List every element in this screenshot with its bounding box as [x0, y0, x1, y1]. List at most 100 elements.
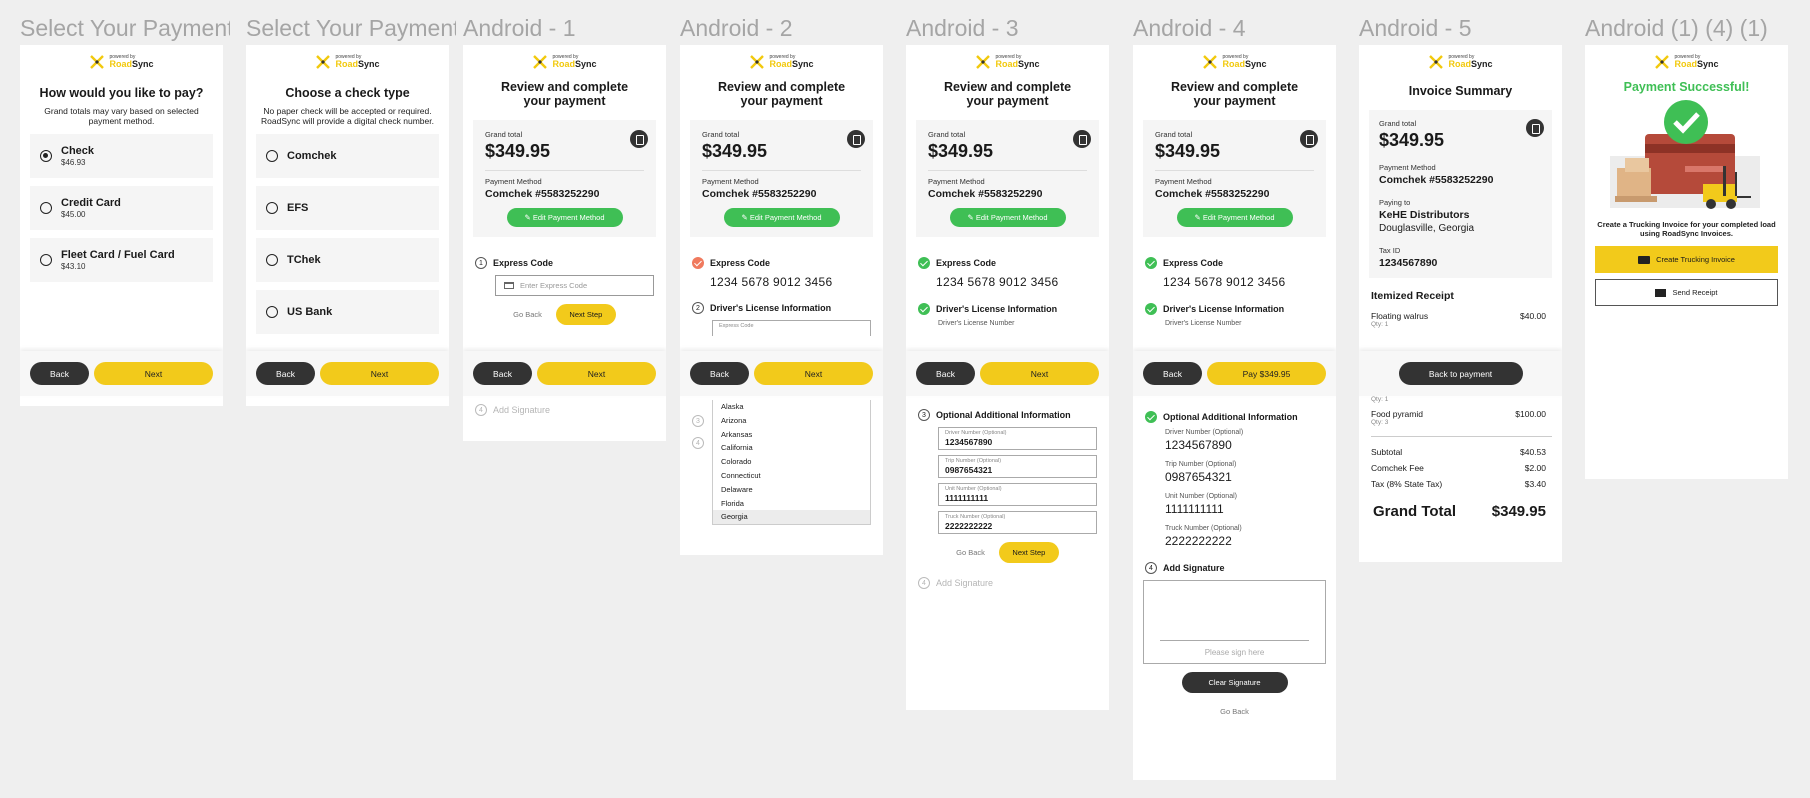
roadsync-logo: powered by RoadSync	[246, 52, 449, 72]
page-title: Choose a check type	[285, 86, 410, 100]
step-express-code: Express Code	[918, 257, 1109, 269]
frame-select-payment: powered by RoadSync How would you like to…	[20, 45, 223, 406]
edit-payment-method-button[interactable]: ✎ Edit Payment Method	[949, 208, 1066, 227]
trip-number-field[interactable]: Trip Number (Optional) 0987654321	[938, 455, 1097, 478]
payment-method-label: Payment Method	[928, 177, 985, 186]
unit-number-field[interactable]: Unit Number (Optional) 1111111111	[938, 483, 1097, 506]
pay-button[interactable]: Pay $349.95	[1207, 362, 1326, 385]
edit-payment-method-button[interactable]: ✎ Edit Payment Method	[723, 208, 840, 227]
page-title: Invoice Summary	[1408, 84, 1513, 98]
invoice-details-card: Grand total $349.95 Payment Method Comch…	[1369, 110, 1552, 278]
receipt-line-item: Food pyramid $100.00	[1371, 409, 1546, 419]
calculator-icon[interactable]	[630, 130, 648, 148]
step-number-icon: 3	[692, 415, 704, 427]
frame-android-5: powered by RoadSync Invoice Summary Grand…	[1359, 45, 1562, 562]
create-trucking-invoice-button[interactable]: Create Trucking Invoice	[1595, 246, 1778, 273]
option-label: Credit Card	[61, 197, 121, 209]
payment-option-check[interactable]: Check $46.93	[30, 134, 213, 178]
dropdown-option[interactable]: Arkansas	[713, 428, 870, 442]
dropdown-option[interactable]: California	[713, 441, 870, 455]
check-option-us-bank[interactable]: US Bank	[256, 290, 439, 334]
edit-payment-method-button[interactable]: ✎ Edit Payment Method	[1176, 208, 1293, 227]
next-button[interactable]: Next	[320, 362, 439, 385]
option-price: $45.00	[61, 210, 86, 219]
field-label: Unit Number (Optional)	[1165, 493, 1237, 500]
back-button[interactable]: Back	[1143, 362, 1202, 385]
page-title: Review and complete your payment	[943, 80, 1072, 108]
check-option-efs[interactable]: EFS	[256, 186, 439, 230]
calculator-icon[interactable]	[1300, 130, 1318, 148]
express-code-field[interactable]: Express Code	[712, 320, 871, 336]
edit-payment-method-button[interactable]: ✎ Edit Payment Method	[506, 208, 623, 227]
payment-method-value: Comchek #5583252290	[928, 188, 1043, 200]
next-step-button[interactable]: Next Step	[555, 304, 616, 325]
signature-pad[interactable]: Please sign here	[1143, 580, 1326, 664]
field-label: Driver Number (Optional)	[1165, 429, 1244, 436]
back-button[interactable]: Back	[690, 362, 749, 385]
dropdown-option[interactable]: Florida	[713, 497, 870, 511]
grand-total-row: Grand Total $349.95	[1373, 503, 1546, 520]
payment-option-credit-card[interactable]: Credit Card $45.00	[30, 186, 213, 230]
go-back-link[interactable]: Go Back	[956, 548, 985, 557]
check-option-tchek[interactable]: TChek	[256, 238, 439, 282]
roadsync-logo: powered by RoadSync	[463, 52, 666, 72]
dropdown-option[interactable]: Alaska	[713, 400, 870, 414]
next-button[interactable]: Next	[754, 362, 873, 385]
driver-number-field[interactable]: Driver Number (Optional) 1234567890	[938, 427, 1097, 450]
radio-icon	[266, 254, 278, 266]
logo-wordmark: RoadSync	[552, 59, 597, 69]
fee-row: Comchek Fee $2.00	[1371, 463, 1546, 473]
step-drivers-license: Driver's License Information	[1145, 303, 1336, 315]
option-label: Comchek	[287, 149, 337, 162]
dropdown-option[interactable]: Arizona	[713, 414, 870, 428]
grand-total-label: Grand total	[928, 130, 966, 139]
check-icon	[918, 303, 930, 315]
express-code-input[interactable]: Enter Express Code	[495, 275, 654, 296]
calculator-icon[interactable]	[847, 130, 865, 148]
send-receipt-button[interactable]: Send Receipt	[1595, 279, 1778, 306]
bottom-button-bar: Back Next	[246, 351, 449, 396]
option-label: TChek	[287, 253, 321, 266]
next-button[interactable]: Next	[980, 362, 1099, 385]
check-option-comchek[interactable]: Comchek	[256, 134, 439, 178]
next-button[interactable]: Next	[537, 362, 656, 385]
back-to-payment-button[interactable]: Back to payment	[1398, 362, 1523, 385]
calculator-icon[interactable]	[1526, 119, 1544, 137]
payment-method-value: Comchek #5583252290	[702, 188, 817, 200]
step-number-icon: 3	[918, 409, 930, 421]
dropdown-option[interactable]: Colorado	[713, 455, 870, 469]
payment-method-label: Payment Method	[702, 177, 759, 186]
dropdown-option[interactable]: Delaware	[713, 483, 870, 497]
company-name: KeHE Distributors	[1379, 209, 1470, 221]
clear-signature-button[interactable]: Clear Signature	[1181, 672, 1288, 693]
check-icon	[1145, 303, 1157, 315]
back-button[interactable]: Back	[256, 362, 315, 385]
option-price: $43.10	[61, 262, 86, 271]
back-button[interactable]: Back	[30, 362, 89, 385]
field-value: 1234567890	[1165, 438, 1232, 452]
grand-total-label: Grand total	[702, 130, 740, 139]
frame-android-1: powered by RoadSync Review and complete yo…	[463, 45, 666, 441]
step-express-code: Express Code	[692, 257, 883, 269]
truck-number-field[interactable]: Truck Number (Optional) 2222222222	[938, 511, 1097, 534]
step-number-icon: 2	[692, 302, 704, 314]
dropdown-option-selected[interactable]: Georgia	[713, 510, 870, 525]
go-back-link[interactable]: Go Back	[513, 310, 542, 319]
payment-option-fleet-card[interactable]: Fleet Card / Fuel Card $43.10	[30, 238, 213, 282]
go-back-link[interactable]: Go Back	[1220, 707, 1249, 716]
next-button[interactable]: Next	[94, 362, 213, 385]
dropdown-option[interactable]: Connecticut	[713, 469, 870, 483]
step-add-signature: 4 Add Signature	[475, 404, 550, 416]
payment-method-label: Payment Method	[1155, 177, 1212, 186]
calculator-icon[interactable]	[1073, 130, 1091, 148]
frame-android-2: powered by RoadSync Review and complete yo…	[680, 45, 883, 555]
roadsync-logo: powered by RoadSync	[1359, 52, 1562, 72]
grand-total-value: $349.95	[1155, 141, 1221, 161]
back-button[interactable]: Back	[473, 362, 532, 385]
step-number-icon: 4	[475, 404, 487, 416]
back-button[interactable]: Back	[916, 362, 975, 385]
next-step-button[interactable]: Next Step	[998, 542, 1059, 563]
frame-title: Select Your Payment Method	[246, 15, 456, 41]
step-add-signature: 4 Add Signature	[1145, 562, 1336, 574]
dl-number-label: Driver's License Number	[938, 320, 1015, 327]
